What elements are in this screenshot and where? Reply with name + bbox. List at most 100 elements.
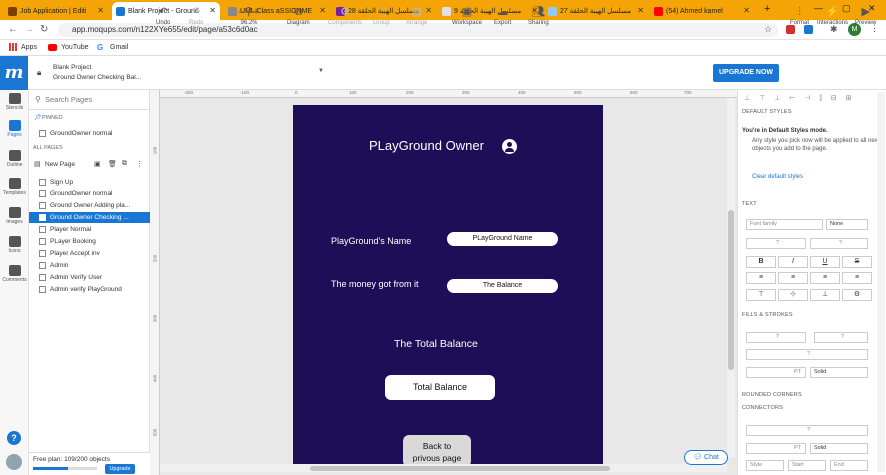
format-button[interactable]: ⫶ Format <box>790 6 809 26</box>
stroke-style-select[interactable]: Solid <box>810 367 868 378</box>
close-icon[interactable]: ✕ <box>319 6 326 15</box>
close-icon[interactable]: ✕ <box>637 6 644 15</box>
duplicate-icon[interactable]: ⧉ <box>122 160 127 168</box>
extension-icon[interactable] <box>804 25 813 34</box>
balance-field[interactable]: The Balance <box>447 279 558 293</box>
connector-color-field[interactable]: ? <box>746 425 868 436</box>
valign-bottom-icon[interactable]: ⊥ <box>810 289 840 301</box>
interactions-button[interactable]: ⚡ Interactions <box>817 6 848 26</box>
new-tab-icon[interactable]: + <box>764 3 770 15</box>
page-item-selected[interactable]: Ground Owner Checking ... <box>29 212 150 223</box>
page-item[interactable]: Admin Verify User <box>29 272 150 283</box>
bookmark-apps[interactable]: Apps <box>21 44 37 51</box>
clear-default-styles-link[interactable]: Clear default styles <box>752 174 803 180</box>
browser-tab[interactable]: Job Application | Editi ✕ <box>4 2 108 20</box>
forward-icon[interactable]: → <box>24 24 34 35</box>
italic-button[interactable]: I <box>778 256 808 268</box>
page-item[interactable]: PLayer Booking <box>29 236 150 247</box>
group-button[interactable]: ⬚ Group <box>373 6 390 26</box>
bold-button[interactable]: B <box>746 256 776 268</box>
page-item[interactable]: Player Normal <box>29 224 150 235</box>
align-right-icon[interactable]: ≡ <box>810 272 840 284</box>
fill-color-field[interactable]: ? <box>746 332 806 343</box>
rail-images[interactable]: Images <box>0 207 29 225</box>
avatar[interactable] <box>6 454 22 470</box>
valign-top-icon[interactable]: ⊤ <box>746 289 776 301</box>
font-size-field[interactable]: ? <box>746 238 806 249</box>
rail-pages[interactable]: Pages <box>0 120 29 138</box>
page-item[interactable]: Admin verify PlayGround <box>29 284 150 295</box>
browser-tab[interactable]: مسلسل الهيبة الحلقة 27 ✕ <box>544 2 648 20</box>
page-item[interactable]: Admin <box>29 260 150 271</box>
page-item[interactable]: Ground Owner Adding pla... <box>29 200 150 211</box>
rail-templates[interactable]: Templates <box>0 178 29 196</box>
align-center-icon[interactable]: ≡ <box>778 272 808 284</box>
upgrade-now-button[interactable]: UPGRADE NOW <box>713 64 779 82</box>
close-icon[interactable]: ✕ <box>97 6 104 15</box>
connector-type-select[interactable]: Style <box>746 460 784 471</box>
page-item[interactable]: Sign Up <box>29 177 150 188</box>
strikethrough-button[interactable]: S <box>842 256 872 268</box>
undo-button[interactable]: ↶ Undo <box>156 6 170 26</box>
pinned-page-item[interactable]: GroundOwner normal <box>29 128 150 139</box>
close-icon[interactable]: ✕ <box>209 6 216 15</box>
playground-name-field[interactable]: PLayGround Name <box>447 232 558 246</box>
stroke-width-field[interactable]: PT <box>746 367 806 378</box>
search-pages-input[interactable] <box>45 93 145 106</box>
back-button[interactable]: Back to privous page <box>403 435 471 467</box>
align-left-icon[interactable]: ≡ <box>746 272 776 284</box>
fill-opacity-field[interactable]: ? <box>814 332 868 343</box>
export-button[interactable]: ☁ Export <box>494 6 511 26</box>
justify-icon[interactable]: ≡ <box>842 272 872 284</box>
star-icon[interactable]: ☆ <box>764 24 772 35</box>
artboard[interactable]: PLayGround Owner PlayGround's Name PLayG… <box>293 105 603 467</box>
valign-middle-icon[interactable]: ⊹ <box>778 289 808 301</box>
components-button[interactable]: ⚙ Components <box>328 6 362 26</box>
page-item[interactable]: Player Accept inv <box>29 248 150 259</box>
close-icon[interactable]: ✕ <box>743 6 750 15</box>
workspace-button[interactable]: ▣ Workspace <box>452 6 482 26</box>
project-name[interactable]: Blank Project <box>53 64 91 71</box>
zoom-control[interactable]: –⚲+ 96.2% <box>232 6 266 26</box>
page-name[interactable]: Ground Owner Checking Bal... <box>53 74 141 81</box>
bookmark-youtube[interactable]: YouTube <box>61 44 89 51</box>
rail-stencils[interactable]: Stencils <box>0 93 29 111</box>
add-folder-icon[interactable]: ▣ <box>94 160 101 168</box>
connector-width-field[interactable]: PT <box>746 443 806 454</box>
more-icon[interactable]: ⋮ <box>136 160 143 168</box>
vertical-scroll-thumb[interactable] <box>728 210 734 370</box>
horizontal-scroll-thumb[interactable] <box>310 466 610 471</box>
line-height-field[interactable]: ? <box>810 238 868 249</box>
moqups-logo[interactable]: m <box>0 56 28 90</box>
connector-end-select[interactable]: End <box>830 460 868 471</box>
sharing-button[interactable]: 👥︎ Sharing <box>528 6 549 26</box>
back-icon[interactable]: ← <box>8 24 18 35</box>
preview-button[interactable]: ▶ Preview <box>855 6 876 26</box>
rail-icons[interactable]: Icons <box>0 236 29 254</box>
page-item[interactable]: GroundOwner normal <box>29 188 150 199</box>
bookmark-gmail[interactable]: Gmail <box>110 44 128 51</box>
font-weight-select[interactable]: None <box>826 219 868 230</box>
total-balance-button[interactable]: Total Balance <box>385 375 495 400</box>
extension-icon[interactable] <box>786 25 795 34</box>
underline-button[interactable]: U <box>810 256 840 268</box>
chevron-down-icon[interactable]: ▼ <box>318 68 324 74</box>
help-icon[interactable]: ? <box>7 431 21 445</box>
reload-icon[interactable]: ↻ <box>40 24 48 35</box>
rail-outline[interactable]: Outline <box>0 150 29 168</box>
text-settings-icon[interactable]: ⚙ <box>842 289 872 301</box>
new-page-button[interactable]: New Page <box>45 161 75 168</box>
chat-button[interactable]: 💬︎ Chat <box>684 450 728 465</box>
arrange-button[interactable]: ▤ Arrange <box>406 6 427 26</box>
align-icon-row[interactable]: ⊥⊤⊥⊢⊣⫿⊟⊞ <box>744 94 860 103</box>
stroke-color-field[interactable]: ? <box>746 349 868 360</box>
connector-start-select[interactable]: Start <box>788 460 826 471</box>
rail-comments[interactable]: Comments <box>0 265 29 283</box>
redo-button[interactable]: ↷ Redo <box>189 6 203 26</box>
trash-icon[interactable]: 🗑︎ <box>108 160 117 168</box>
upgrade-button[interactable]: Upgrade <box>105 464 135 474</box>
diagram-button[interactable]: ⧉ Diagram <box>287 6 310 26</box>
font-family-select[interactable]: Font family <box>746 219 823 230</box>
connector-style-select[interactable]: Solid <box>810 443 868 454</box>
right-panel-scrollbar[interactable] <box>877 92 885 472</box>
